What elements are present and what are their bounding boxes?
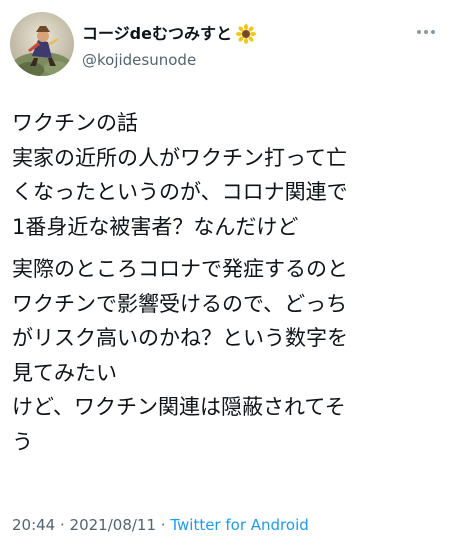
display-name[interactable]: コージdeむつみすと bbox=[82, 24, 256, 44]
avatar[interactable] bbox=[10, 12, 74, 76]
tweet-source-link[interactable]: Twitter for Android bbox=[170, 516, 308, 534]
tweet-meta: 20:44 · 2021/08/11 · Twitter for Android bbox=[12, 516, 309, 534]
more-options-button[interactable] bbox=[414, 22, 438, 42]
more-dot-icon bbox=[417, 30, 421, 34]
tweet-line: ワクチンで影響受けるので、どっち bbox=[12, 291, 348, 316]
tweet-paragraph: 実際のところコロナで発症するのと ワクチンで影響受けるので、どっち がリスク高い… bbox=[12, 252, 444, 459]
tweet-line: くなったというのが、コロナ関連で bbox=[12, 180, 348, 204]
tweet-line: 実際のところコロナで発症するのと bbox=[12, 257, 348, 281]
tweet-line: 見てみたい bbox=[12, 360, 117, 385]
tweet-text: ワクチンの話 実家の近所の人がワクチン打って亡 くなったというのが、コロナ関連で… bbox=[12, 106, 444, 459]
tweet-line: がリスク高いのかね？という数字を bbox=[12, 326, 348, 350]
tweet-date[interactable]: 2021/08/11 bbox=[70, 516, 156, 534]
sunflower-icon bbox=[236, 24, 256, 44]
tweet-line: けど、ワクチン関連は隠蔽されてそ bbox=[12, 395, 346, 419]
more-dot-icon bbox=[424, 30, 428, 34]
tweet-time[interactable]: 20:44 bbox=[12, 516, 55, 534]
user-handle[interactable]: @kojidesunode bbox=[82, 51, 196, 69]
more-dot-icon bbox=[431, 30, 435, 34]
tweet-line: 実家の近所の人がワクチン打って亡 bbox=[12, 145, 347, 170]
meta-separator: · bbox=[55, 516, 70, 534]
tweet-line: 1番身近な被害者？なんだけど bbox=[12, 214, 299, 239]
meta-separator: · bbox=[156, 516, 171, 534]
tweet-line: ワクチンの話 bbox=[12, 111, 138, 135]
display-name-text: コージdeむつみすと bbox=[82, 24, 232, 43]
tweet-card: コージdeむつみすと @kojidesunode ワクチンの話 実家の近所の人が… bbox=[0, 0, 454, 546]
tweet-line: う bbox=[12, 429, 33, 454]
tweet-paragraph: ワクチンの話 実家の近所の人がワクチン打って亡 くなったというのが、コロナ関連で… bbox=[12, 106, 444, 244]
